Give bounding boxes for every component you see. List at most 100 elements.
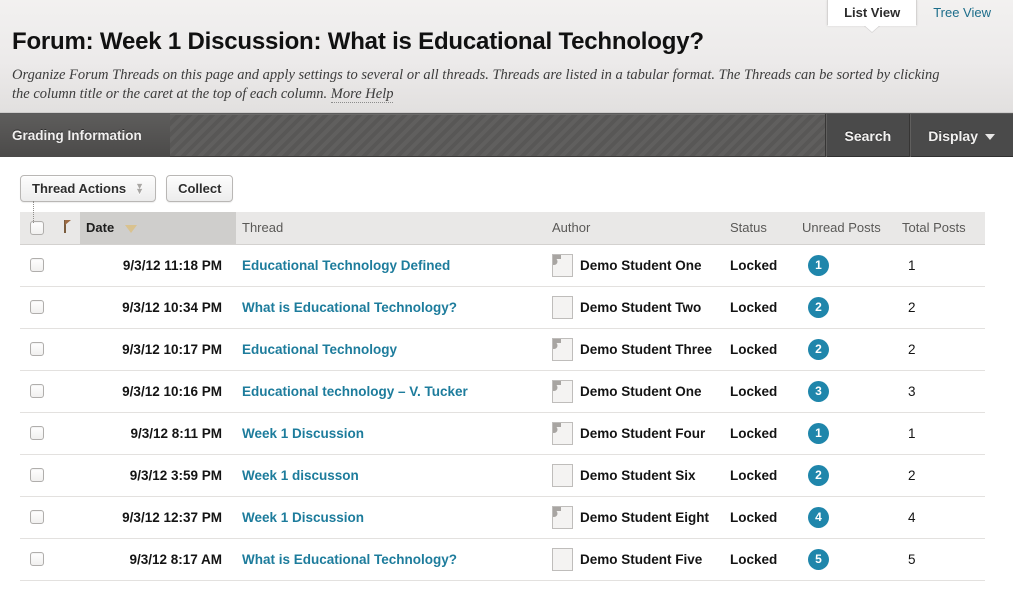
- grading-information-tab[interactable]: Grading Information: [0, 114, 170, 157]
- page-description-text: Organize Forum Threads on this page and …: [12, 67, 940, 102]
- row-thread-cell: Educational Technology: [236, 328, 546, 371]
- flag-column-header[interactable]: [54, 212, 80, 245]
- unread-badge: 5: [808, 548, 829, 570]
- row-select-checkbox[interactable]: [30, 510, 44, 524]
- thread-link[interactable]: What is Educational Technology?: [242, 300, 457, 315]
- row-author-cell: Demo Student Two: [546, 286, 724, 329]
- thread-link[interactable]: What is Educational Technology?: [242, 552, 457, 567]
- column-header-date[interactable]: Date: [80, 212, 236, 245]
- column-header-unread-posts[interactable]: Unread Posts: [796, 212, 896, 245]
- row-select-checkbox[interactable]: [30, 300, 44, 314]
- thread-actions-button[interactable]: Thread Actions ▼ ▼: [20, 175, 157, 223]
- row-select-cell[interactable]: [20, 412, 54, 455]
- table-row[interactable]: 9/3/12 10:17 PM Educational Technology Dem…: [20, 328, 985, 371]
- row-total-posts: 3: [896, 370, 985, 413]
- row-flag-cell[interactable]: [54, 370, 80, 413]
- row-select-checkbox[interactable]: [30, 384, 44, 398]
- row-flag-cell[interactable]: [54, 328, 80, 371]
- table-row[interactable]: 9/3/12 11:18 PM Educational Technology De…: [20, 244, 985, 287]
- row-thread-cell: Educational Technology Defined: [236, 244, 546, 287]
- row-select-cell[interactable]: [20, 496, 54, 539]
- row-author-cell: Demo Student Five: [546, 538, 724, 581]
- table-row[interactable]: 9/3/12 12:37 PM Week 1 Discussion Demo Stu…: [20, 496, 985, 539]
- unread-badge: 4: [808, 506, 829, 528]
- column-header-status[interactable]: Status: [724, 212, 796, 245]
- row-unread-cell: 2: [796, 286, 896, 329]
- avatar: [552, 547, 573, 571]
- action-bar-right-group: Search Display: [825, 114, 1013, 157]
- avatar: [552, 463, 573, 487]
- chevron-down-icon: [985, 133, 995, 140]
- table-row[interactable]: 9/3/12 10:16 PM Educational technology – …: [20, 370, 985, 413]
- thread-link[interactable]: Educational technology – V. Tucker: [242, 384, 468, 399]
- column-header-thread[interactable]: Thread: [236, 212, 546, 245]
- table-row[interactable]: 9/3/12 8:11 PM Week 1 Discussion Demo Stud…: [20, 412, 985, 455]
- view-mode-tabs: List View Tree View: [827, 0, 1007, 26]
- thread-link[interactable]: Educational Technology Defined: [242, 258, 450, 273]
- caret-down-icon[interactable]: [124, 225, 137, 234]
- table-toolbar: Thread Actions ▼ ▼ Collect: [0, 157, 1013, 223]
- row-select-checkbox[interactable]: [30, 426, 44, 440]
- row-select-cell[interactable]: [20, 538, 54, 581]
- table-row[interactable]: 9/3/12 8:17 AM What is Educational Techno…: [20, 538, 985, 581]
- threads-table-head: Date Thread Author Status Unread Posts T…: [20, 212, 985, 245]
- row-flag-cell[interactable]: [54, 454, 80, 497]
- row-date: 9/3/12 10:17 PM: [80, 328, 236, 371]
- row-flag-cell[interactable]: [54, 244, 80, 287]
- row-thread-cell: What is Educational Technology?: [236, 286, 546, 329]
- unread-badge: 2: [808, 296, 829, 318]
- thread-link[interactable]: Week 1 Discussion: [242, 426, 364, 441]
- row-select-checkbox[interactable]: [30, 342, 44, 356]
- row-unread-cell: 2: [796, 454, 896, 497]
- table-row[interactable]: 9/3/12 3:59 PM Week 1 discusson Demo Stude…: [20, 454, 985, 497]
- thread-link[interactable]: Educational Technology: [242, 342, 397, 357]
- thread-link[interactable]: Week 1 Discussion: [242, 510, 364, 525]
- row-status: Locked: [724, 370, 796, 413]
- tab-list-view[interactable]: List View: [827, 0, 918, 26]
- row-total-posts: 2: [896, 328, 985, 371]
- display-label: Display: [928, 127, 978, 144]
- search-button[interactable]: Search: [825, 114, 909, 157]
- row-select-checkbox[interactable]: [30, 552, 44, 566]
- column-header-total-posts[interactable]: Total Posts: [896, 212, 985, 245]
- row-author-cell: Demo Student Six: [546, 454, 724, 497]
- author-name: Demo Student One: [580, 383, 702, 399]
- row-select-cell[interactable]: [20, 370, 54, 413]
- select-all-header[interactable]: [20, 212, 54, 245]
- column-header-unread-label: Unread Posts: [802, 220, 881, 236]
- row-select-checkbox[interactable]: [30, 258, 44, 272]
- collect-button[interactable]: Collect: [166, 175, 234, 202]
- row-author-cell: Demo Student Eight: [546, 496, 724, 539]
- row-status: Locked: [724, 454, 796, 497]
- row-select-cell[interactable]: [20, 244, 54, 287]
- row-thread-cell: Week 1 Discussion: [236, 412, 546, 455]
- tab-tree-view[interactable]: Tree View: [917, 0, 1007, 25]
- row-select-cell[interactable]: [20, 286, 54, 329]
- row-author-cell: Demo Student One: [546, 370, 724, 413]
- page-description: Organize Forum Threads on this page and …: [0, 56, 990, 104]
- row-flag-cell[interactable]: [54, 412, 80, 455]
- row-select-cell[interactable]: [20, 328, 54, 371]
- unread-badge: 2: [808, 464, 829, 486]
- row-unread-cell: 3: [796, 370, 896, 413]
- row-flag-cell[interactable]: [54, 286, 80, 329]
- row-select-checkbox[interactable]: [30, 468, 44, 482]
- row-select-cell[interactable]: [20, 454, 54, 497]
- row-flag-cell[interactable]: [54, 538, 80, 581]
- column-header-author[interactable]: Author: [546, 212, 724, 245]
- column-header-status-label: Status: [730, 220, 767, 236]
- action-bar: Grading Information Search Display: [0, 113, 1013, 157]
- column-header-author-label: Author: [552, 220, 591, 236]
- flag-icon: [60, 219, 72, 233]
- row-author-cell: Demo Student Four: [546, 412, 724, 455]
- display-button[interactable]: Display: [909, 114, 1013, 157]
- row-flag-cell[interactable]: [54, 496, 80, 539]
- row-status: Locked: [724, 538, 796, 581]
- table-row[interactable]: 9/3/12 10:34 PM What is Educational Techn…: [20, 286, 985, 329]
- row-date: 9/3/12 8:17 AM: [80, 538, 236, 581]
- row-status: Locked: [724, 244, 796, 287]
- row-thread-cell: Week 1 Discussion: [236, 496, 546, 539]
- more-help-link[interactable]: More Help: [330, 86, 394, 103]
- thread-link[interactable]: Week 1 discusson: [242, 468, 359, 483]
- row-unread-cell: 1: [796, 244, 896, 287]
